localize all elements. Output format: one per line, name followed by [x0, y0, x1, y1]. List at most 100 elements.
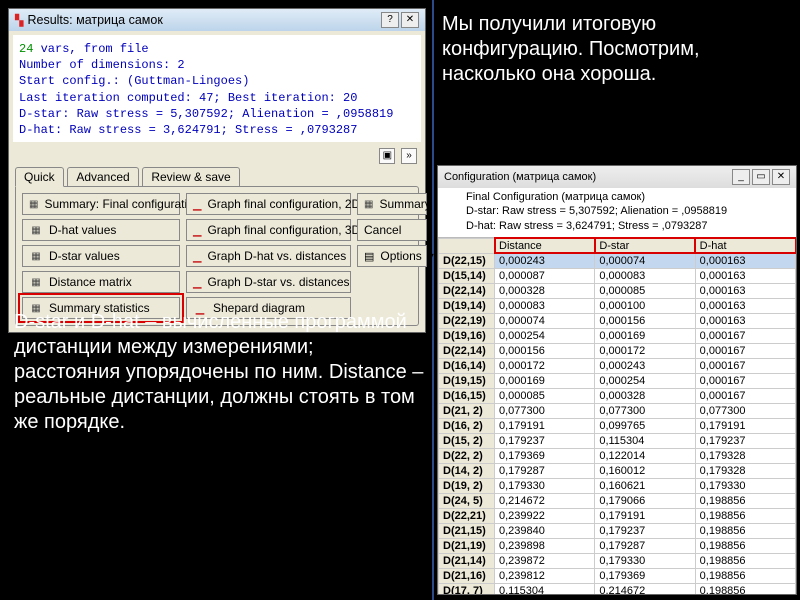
help-button[interactable]: ? [381, 12, 399, 28]
cell-distance: 0,077300 [495, 403, 595, 418]
cell-distance: 0,179330 [495, 478, 595, 493]
cell-dhat: 0,000167 [695, 373, 795, 388]
col-dstar[interactable]: D-star [595, 238, 695, 253]
tab-review[interactable]: Review & save [142, 167, 239, 186]
cell-dhat: 0,000163 [695, 253, 795, 268]
dstar-values-button[interactable]: ▦D-star values [22, 245, 180, 267]
cell-dhat: 0,000167 [695, 328, 795, 343]
row-label: D(19, 2) [439, 478, 495, 493]
cell-dstar: 0,160012 [595, 463, 695, 478]
graph-dstar-button[interactable]: ▁Graph D-star vs. distances [186, 271, 351, 293]
table-row[interactable]: D(21,15)0,2398400,1792370,198856 [439, 523, 796, 538]
row-label: D(21, 2) [439, 403, 495, 418]
table-row[interactable]: D(16,15)0,0000850,0003280,000167 [439, 388, 796, 403]
col-dhat[interactable]: D-hat [695, 238, 795, 253]
dhat-values-button[interactable]: ▦D-hat values [22, 219, 180, 241]
row-label: D(22, 2) [439, 448, 495, 463]
cancel-button[interactable]: Cancel [357, 219, 427, 241]
row-label: D(21,15) [439, 523, 495, 538]
cell-dstar: 0,179369 [595, 568, 695, 583]
graph-dhat-button[interactable]: ▁Graph D-hat vs. distances [186, 245, 351, 267]
table-row[interactable]: D(22, 2)0,1793690,1220140,179328 [439, 448, 796, 463]
col-distance[interactable]: Distance [495, 238, 595, 253]
row-label: D(15,14) [439, 268, 495, 283]
table-row[interactable]: D(24, 5)0,2146720,1790660,198856 [439, 493, 796, 508]
cell-dhat: 0,198856 [695, 538, 795, 553]
table-row[interactable]: D(17, 7)0,1153040,2146720,198856 [439, 583, 796, 595]
table-row[interactable]: D(21, 2)0,0773000,0773000,077300 [439, 403, 796, 418]
log-l5: D-star: Raw stress = 5,307592; Alienatio… [19, 107, 393, 121]
config-h2: D-star: Raw stress = 5,307592; Alienatio… [466, 204, 792, 218]
options-button[interactable]: ▤Options ▾ [357, 245, 427, 267]
table-row[interactable]: D(19,14)0,0000830,0001000,000163 [439, 298, 796, 313]
log-l1: vars, from file [33, 42, 148, 56]
header-row: Distance D-star D-hat [439, 238, 796, 253]
table-row[interactable]: D(19,16)0,0002540,0001690,000167 [439, 328, 796, 343]
config-table: Distance D-star D-hat D(22,15)0,0002430,… [438, 238, 796, 595]
table-row[interactable]: D(22,19)0,0000740,0001560,000163 [439, 313, 796, 328]
table-row[interactable]: D(15,14)0,0000870,0000830,000163 [439, 268, 796, 283]
cell-dhat: 0,179328 [695, 448, 795, 463]
cell-dstar: 0,000100 [595, 298, 695, 313]
button-panel: ▦Summary: Final configuration ▦D-hat val… [15, 186, 419, 326]
cell-dhat: 0,179237 [695, 433, 795, 448]
cell-distance: 0,115304 [495, 583, 595, 595]
table-row[interactable]: D(21,14)0,2398720,1793300,198856 [439, 553, 796, 568]
divider [432, 0, 434, 600]
expand-icon[interactable]: ▣ [379, 148, 395, 164]
tab-advanced[interactable]: Advanced [67, 167, 138, 186]
chart-icon: ▁ [193, 198, 201, 211]
cell-dstar: 0,000254 [595, 373, 695, 388]
row-label: D(22,15) [439, 253, 495, 268]
cell-distance: 0,239872 [495, 553, 595, 568]
table-row[interactable]: D(22,14)0,0003280,0000850,000163 [439, 283, 796, 298]
table-row[interactable]: D(16, 2)0,1791910,0997650,179191 [439, 418, 796, 433]
config-head: Final Configuration (матрица самок) D-st… [438, 188, 796, 238]
log-l2: Number of dimensions: 2 [19, 58, 185, 72]
table-row[interactable]: D(22,21)0,2399220,1791910,198856 [439, 508, 796, 523]
summary-final-button[interactable]: ▦Summary: Final configuration [22, 193, 180, 215]
cell-dstar: 0,000083 [595, 268, 695, 283]
table-row[interactable]: D(15, 2)0,1792370,1153040,179237 [439, 433, 796, 448]
table-row[interactable]: D(22,14)0,0001560,0001720,000167 [439, 343, 796, 358]
cell-dhat: 0,179330 [695, 478, 795, 493]
table-row[interactable]: D(14, 2)0,1792870,1600120,179328 [439, 463, 796, 478]
cell-dhat: 0,000167 [695, 358, 795, 373]
chevron-icon[interactable]: » [401, 148, 417, 164]
table-row[interactable]: D(22,15)0,0002430,0000740,000163 [439, 253, 796, 268]
cell-dhat: 0,198856 [695, 493, 795, 508]
cell-dhat: 0,000167 [695, 343, 795, 358]
grid-icon: ▦ [29, 199, 38, 210]
close-button[interactable]: ✕ [772, 169, 790, 185]
max-button[interactable]: ▭ [752, 169, 770, 185]
table-row[interactable]: D(21,19)0,2398980,1792870,198856 [439, 538, 796, 553]
table-row[interactable]: D(19, 2)0,1793300,1606210,179330 [439, 478, 796, 493]
table-row[interactable]: D(19,15)0,0001690,0002540,000167 [439, 373, 796, 388]
cell-distance: 0,179191 [495, 418, 595, 433]
row-label: D(16, 2) [439, 418, 495, 433]
cell-dstar: 0,115304 [595, 433, 695, 448]
cell-dstar: 0,000074 [595, 253, 695, 268]
config-titlebar: Configuration (матрица самок) _ ▭ ✕ [438, 166, 796, 188]
tab-quick[interactable]: Quick [15, 167, 64, 187]
results-title: Results: матрица самок [27, 13, 379, 27]
close-button[interactable]: ✕ [401, 12, 419, 28]
iconbar: ▣ » [9, 146, 425, 166]
cell-distance: 0,239840 [495, 523, 595, 538]
table-row[interactable]: D(16,14)0,0001720,0002430,000167 [439, 358, 796, 373]
cell-distance: 0,000156 [495, 343, 595, 358]
cell-dstar: 0,000328 [595, 388, 695, 403]
graph-3d-button[interactable]: ▁Graph final configuration, 3D [186, 219, 351, 241]
row-label: D(24, 5) [439, 493, 495, 508]
results-log: 24 vars, from file Number of dimensions:… [13, 35, 421, 142]
cell-dstar: 0,179191 [595, 508, 695, 523]
graph-2d-button[interactable]: ▁Graph final configuration, 2D [186, 193, 351, 215]
row-label: D(21,19) [439, 538, 495, 553]
cell-distance: 0,179369 [495, 448, 595, 463]
table-row[interactable]: D(21,16)0,2398120,1793690,198856 [439, 568, 796, 583]
cell-dstar: 0,122014 [595, 448, 695, 463]
min-button[interactable]: _ [732, 169, 750, 185]
summary-button[interactable]: ▦Summary [357, 193, 427, 215]
distance-matrix-button[interactable]: ▦Distance matrix [22, 271, 180, 293]
chart-icon: ▁ [193, 250, 201, 263]
